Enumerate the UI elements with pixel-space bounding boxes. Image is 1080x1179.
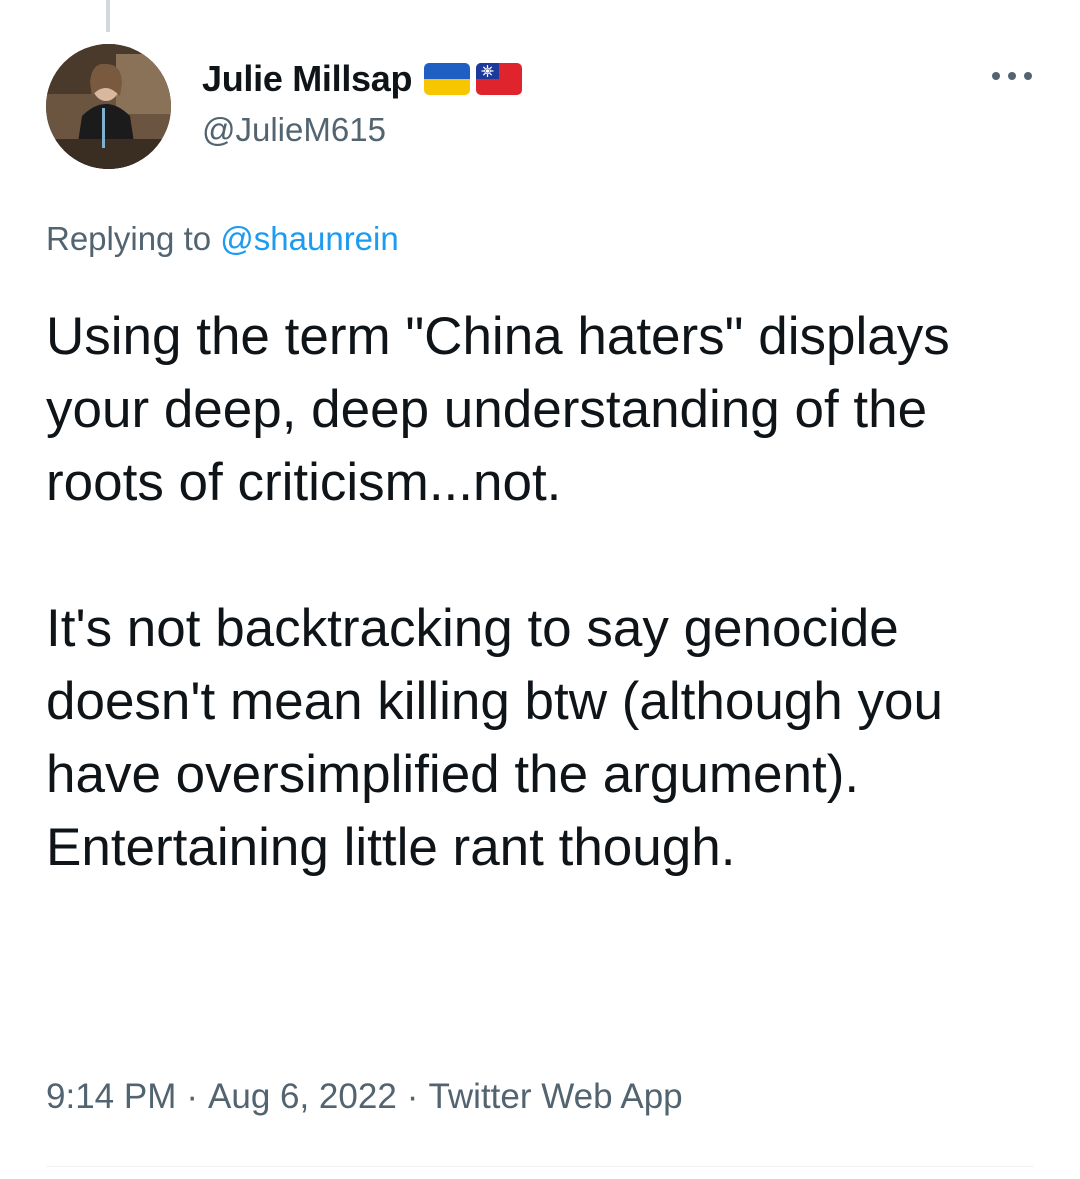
tweet-meta: 9:14 PM · Aug 6, 2022 · Twitter Web App: [46, 1077, 683, 1117]
author-display-name[interactable]: Julie Millsap: [202, 58, 412, 100]
thread-connector-line: [106, 0, 110, 32]
avatar-photo: [46, 44, 171, 169]
taiwan-flag-icon: [476, 63, 523, 95]
avatar[interactable]: [46, 44, 171, 169]
more-dot: [1008, 72, 1016, 80]
tweet-time[interactable]: 9:14 PM: [46, 1077, 176, 1116]
divider: [46, 1166, 1034, 1167]
replying-to-label: Replying to: [46, 220, 212, 257]
author-name-row: Julie Millsap: [202, 58, 523, 100]
meta-separator: ·: [406, 1077, 419, 1116]
tweet-body: Using the term "China haters" displays y…: [46, 300, 1046, 884]
author-handle[interactable]: @JulieM615: [202, 111, 386, 149]
tweet-source[interactable]: Twitter Web App: [428, 1077, 682, 1116]
replying-to-line: Replying to @shaunrein: [46, 220, 399, 258]
more-dot: [992, 72, 1000, 80]
tweet-date[interactable]: Aug 6, 2022: [208, 1077, 397, 1116]
ukraine-flag-icon: [424, 63, 471, 95]
more-dot: [1024, 72, 1032, 80]
tweet-paragraph: Using the term "China haters" displays y…: [46, 307, 950, 512]
tweet-paragraph: It's not backtracking to say genocide do…: [46, 599, 943, 877]
reply-mention-link[interactable]: @shaunrein: [220, 220, 398, 257]
more-horizontal-icon[interactable]: [992, 66, 1032, 86]
meta-separator: ·: [186, 1077, 199, 1116]
